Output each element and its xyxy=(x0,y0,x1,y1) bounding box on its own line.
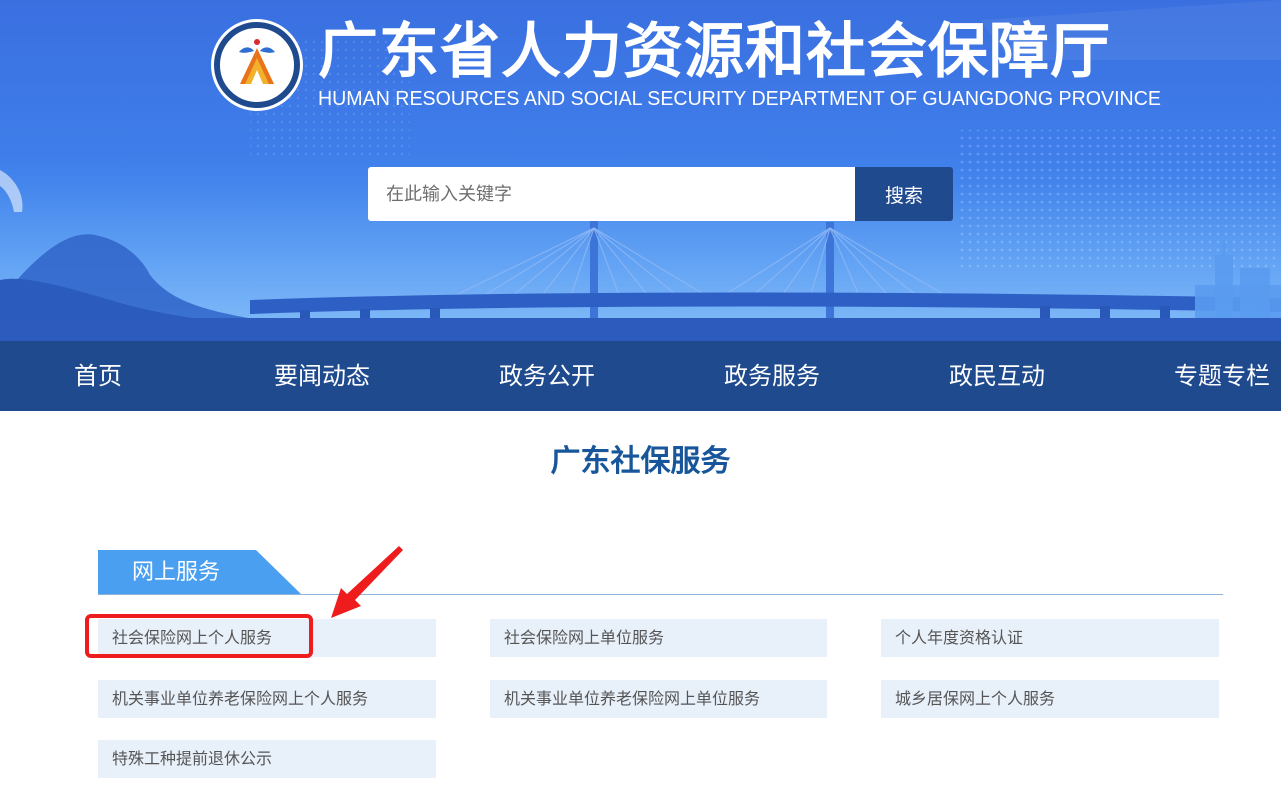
link-personal-social-insurance[interactable]: 社会保险网上个人服务 xyxy=(98,619,436,657)
section-tab-label: 网上服务 xyxy=(132,560,221,585)
department-emblem-icon xyxy=(210,18,304,112)
nav-item-home[interactable]: 首页 xyxy=(74,341,122,411)
section-tab-online-services: 网上服务 xyxy=(98,550,302,595)
search-input[interactable] xyxy=(368,167,855,221)
site-subtitle-en: HUMAN RESOURCES AND SOCIAL SECURITY DEPA… xyxy=(318,88,1161,110)
page: 广东省人力资源和社会保障厅 HUMAN RESOURCES AND SOCIAL… xyxy=(0,0,1281,797)
nav-item-special-topics[interactable]: 专题专栏 xyxy=(1174,341,1270,411)
nav-item-gov-info[interactable]: 政务公开 xyxy=(499,341,595,411)
link-special-job-early-retirement[interactable]: 特殊工种提前退休公示 xyxy=(98,740,436,778)
search-button[interactable]: 搜索 xyxy=(855,167,953,221)
link-employer-social-insurance[interactable]: 社会保险网上单位服务 xyxy=(490,619,827,657)
nav-item-interaction[interactable]: 政民互动 xyxy=(949,341,1045,411)
section-divider xyxy=(98,594,1223,595)
page-title: 广东社保服务 xyxy=(550,444,731,479)
link-urban-rural-pension-personal[interactable]: 城乡居保网上个人服务 xyxy=(881,680,1219,718)
nav-item-news[interactable]: 要闻动态 xyxy=(274,341,370,411)
site-title: 广东省人力资源和社会保障厅 xyxy=(318,17,1111,87)
search-bar: 搜索 xyxy=(368,167,953,221)
header-banner: 广东省人力资源和社会保障厅 HUMAN RESOURCES AND SOCIAL… xyxy=(0,0,1281,341)
link-institution-pension-personal[interactable]: 机关事业单位养老保险网上个人服务 xyxy=(98,680,436,718)
link-institution-pension-employer[interactable]: 机关事业单位养老保险网上单位服务 xyxy=(490,680,827,718)
annotation-arrow-icon xyxy=(331,546,403,618)
link-annual-qualification[interactable]: 个人年度资格认证 xyxy=(881,619,1219,657)
main-nav: 首页 要闻动态 政务公开 政务服务 政民互动 专题专栏 xyxy=(0,341,1281,411)
nav-item-gov-services[interactable]: 政务服务 xyxy=(724,341,820,411)
